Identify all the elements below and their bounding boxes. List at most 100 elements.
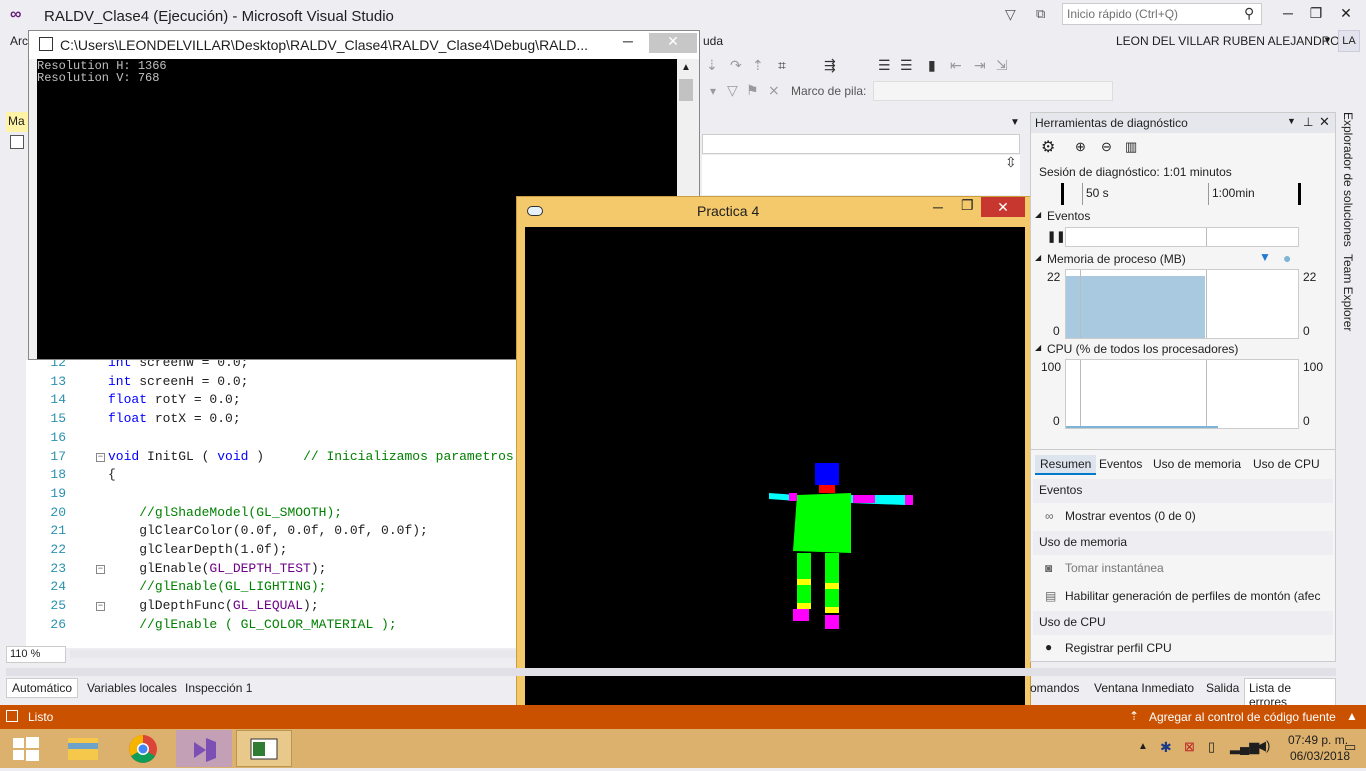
minimize-button[interactable]: ─ xyxy=(933,199,943,215)
minimize-button[interactable]: ─ xyxy=(1274,2,1302,26)
console-task-icon[interactable] xyxy=(236,730,292,767)
maximize-button[interactable]: ❐ xyxy=(961,197,974,214)
tab-resumen[interactable]: Resumen xyxy=(1035,455,1097,475)
start-button[interactable] xyxy=(0,730,56,767)
bookmark-icon[interactable]: ▮ xyxy=(928,57,936,74)
tab-ventana-inmediato[interactable]: Ventana Inmediato xyxy=(1094,681,1194,695)
thread-switch-icon[interactable]: ⨯ xyxy=(768,82,780,99)
prev-bookmark-icon[interactable]: ⇤ xyxy=(950,57,962,74)
collapse-icon[interactable]: ◢ xyxy=(1035,210,1041,219)
chrome-icon[interactable] xyxy=(116,730,172,767)
volume-icon[interactable]: ◀) xyxy=(1256,738,1270,754)
reset-zoom-icon[interactable]: ▥ xyxy=(1125,139,1137,155)
heap-profiling-link[interactable]: Habilitar generación de perfiles de mont… xyxy=(1065,589,1320,603)
close-icon[interactable]: ✕ xyxy=(1319,114,1330,130)
close-button[interactable]: ✕ xyxy=(1332,2,1360,26)
zoom-in-icon[interactable]: ⊕ xyxy=(1075,139,1086,155)
code-line[interactable]: //glEnable(GL_LIGHTING); xyxy=(108,579,326,594)
code-line[interactable]: glClearDepth(1.0f); xyxy=(108,542,287,557)
tray-chevron-icon[interactable]: ▲ xyxy=(1138,741,1148,752)
search-icon[interactable]: ⚲ xyxy=(1244,5,1254,22)
tab-uso-cpu[interactable]: Uso de CPU xyxy=(1253,457,1320,471)
code-line[interactable]: int screenH = 0.0; xyxy=(108,374,248,389)
tab-eventos[interactable]: Eventos xyxy=(1099,457,1142,471)
code-line[interactable]: float rotY = 0.0; xyxy=(108,392,241,407)
bottom-splitter[interactable] xyxy=(6,668,1336,676)
solution-icon[interactable] xyxy=(10,135,24,149)
split-icon[interactable]: ⇳ xyxy=(1005,154,1017,171)
zoom-select[interactable]: 110 % xyxy=(6,646,66,663)
zoom-out-icon[interactable]: ⊖ xyxy=(1101,139,1112,155)
chevron-down-icon[interactable]: ▼ xyxy=(1287,116,1296,126)
take-snapshot-link[interactable]: Tomar instantánea xyxy=(1065,561,1164,575)
member-dropdown[interactable] xyxy=(702,134,1020,154)
show-events-link[interactable]: Mostrar eventos (0 de 0) xyxy=(1065,509,1196,523)
step-out-icon[interactable]: ⇡ xyxy=(752,57,764,74)
menu-item-partial[interactable]: Arc xyxy=(10,34,28,48)
gl-canvas[interactable] xyxy=(525,227,1025,727)
code-line[interactable]: { xyxy=(108,467,116,482)
file-explorer-icon[interactable] xyxy=(56,730,112,767)
code-line[interactable]: //glEnable ( GL_COLOR_MATERIAL ); xyxy=(108,617,396,632)
signal-icon[interactable]: ▂▄▆ xyxy=(1230,739,1259,755)
pin-icon[interactable]: ⊥ xyxy=(1303,115,1313,129)
collapse-icon[interactable]: ◢ xyxy=(1035,253,1041,262)
code-line[interactable]: glClearColor(0.0f, 0.0f, 0.0f, 0.0f); xyxy=(108,523,428,538)
dropdown-arrow-icon[interactable]: ▾ xyxy=(710,84,716,98)
source-control-link[interactable]: Agregar al control de código fuente xyxy=(1149,710,1336,724)
timeline-ruler[interactable]: 50 s 1:00min xyxy=(1061,183,1301,205)
code-line[interactable]: glDepthFunc(GL_LEQUAL); xyxy=(108,598,318,613)
scroll-up-icon[interactable]: ▲ xyxy=(681,62,691,73)
code-line[interactable]: void InitGL ( void ) // Inicializamos pa… xyxy=(108,449,514,464)
clock-time[interactable]: 07:49 p. m. xyxy=(1288,733,1348,747)
filter-thread-icon[interactable]: ▽ xyxy=(727,82,738,99)
tab-inspeccion[interactable]: Inspección 1 xyxy=(185,681,252,695)
close-button[interactable]: ✕ xyxy=(649,33,697,53)
stack-frame-select[interactable] xyxy=(873,81,1113,101)
tab-variables-locales[interactable]: Variables locales xyxy=(87,681,177,695)
code-line[interactable]: glEnable(GL_DEPTH_TEST); xyxy=(108,561,326,576)
clear-bookmarks-icon[interactable]: ⇲ xyxy=(996,57,1008,74)
user-name[interactable]: LEON DEL VILLAR RUBEN ALEJANDRO xyxy=(1116,34,1340,48)
chevron-down-icon[interactable]: ▼ xyxy=(1010,117,1020,128)
step-over-icon[interactable]: ↷ xyxy=(730,57,742,74)
code-line[interactable]: //glShadeModel(GL_SMOOTH); xyxy=(108,505,342,520)
opengl-window[interactable]: Practica 4 ─ ❐ ✕ xyxy=(516,196,1031,732)
collapse-icon[interactable]: ◢ xyxy=(1035,343,1041,352)
notifications-icon[interactable]: ▭ xyxy=(1344,739,1356,755)
horizontal-scrollbar[interactable] xyxy=(70,650,518,658)
quick-search-input[interactable]: Inicio rápido (Ctrl+Q) xyxy=(1062,3,1262,25)
flag-icon[interactable]: ⚑ xyxy=(746,82,759,99)
chevron-down-icon[interactable]: ▼ xyxy=(1323,35,1332,45)
step-into-icon[interactable]: ⇣ xyxy=(706,57,718,74)
outdent-icon[interactable]: ☰ xyxy=(900,57,913,74)
feedback-icon[interactable]: ⧉ xyxy=(1036,6,1045,22)
tab-uso-memoria[interactable]: Uso de memoria xyxy=(1153,457,1241,471)
next-bookmark-icon[interactable]: ⇥ xyxy=(974,57,986,74)
record-cpu-link[interactable]: Registrar perfil CPU xyxy=(1065,641,1172,655)
clock-date[interactable]: 06/03/2018 xyxy=(1290,749,1350,763)
bluetooth-icon[interactable]: ✱ xyxy=(1160,739,1172,756)
settings-icon[interactable]: ⚙ xyxy=(1041,137,1055,157)
collapse-toggle[interactable]: − xyxy=(96,452,105,462)
hex-icon[interactable]: ⌗ xyxy=(778,57,786,74)
cpu-chart[interactable] xyxy=(1065,359,1299,429)
menu-item-help-partial[interactable]: uda xyxy=(703,34,723,48)
tab-comandos[interactable]: omandos xyxy=(1030,681,1079,695)
visual-studio-task-icon[interactable] xyxy=(176,730,232,767)
close-button[interactable]: ✕ xyxy=(981,197,1025,217)
side-tab-team-explorer[interactable]: Team Explorer xyxy=(1341,254,1355,331)
events-track[interactable] xyxy=(1065,227,1299,247)
pause-icon[interactable]: ❚❚ xyxy=(1047,230,1065,243)
code-line[interactable]: float rotX = 0.0; xyxy=(108,411,241,426)
maximize-button[interactable]: ❐ xyxy=(1302,2,1330,26)
tab-salida[interactable]: Salida xyxy=(1206,681,1239,695)
code-editor[interactable]: 12 int screenW = 0.0; 13 int screenH = 0.0;… xyxy=(26,355,518,648)
side-tab-solution-explorer[interactable]: Explorador de soluciones xyxy=(1341,112,1355,247)
tab-automatico[interactable]: Automático xyxy=(6,678,79,698)
threads-icon[interactable]: ⇶ xyxy=(824,57,836,74)
scroll-thumb[interactable] xyxy=(679,79,693,101)
avatar[interactable]: LA xyxy=(1338,30,1360,52)
collapse-toggle[interactable]: − xyxy=(96,564,105,574)
minimize-button[interactable]: ─ xyxy=(623,33,633,49)
